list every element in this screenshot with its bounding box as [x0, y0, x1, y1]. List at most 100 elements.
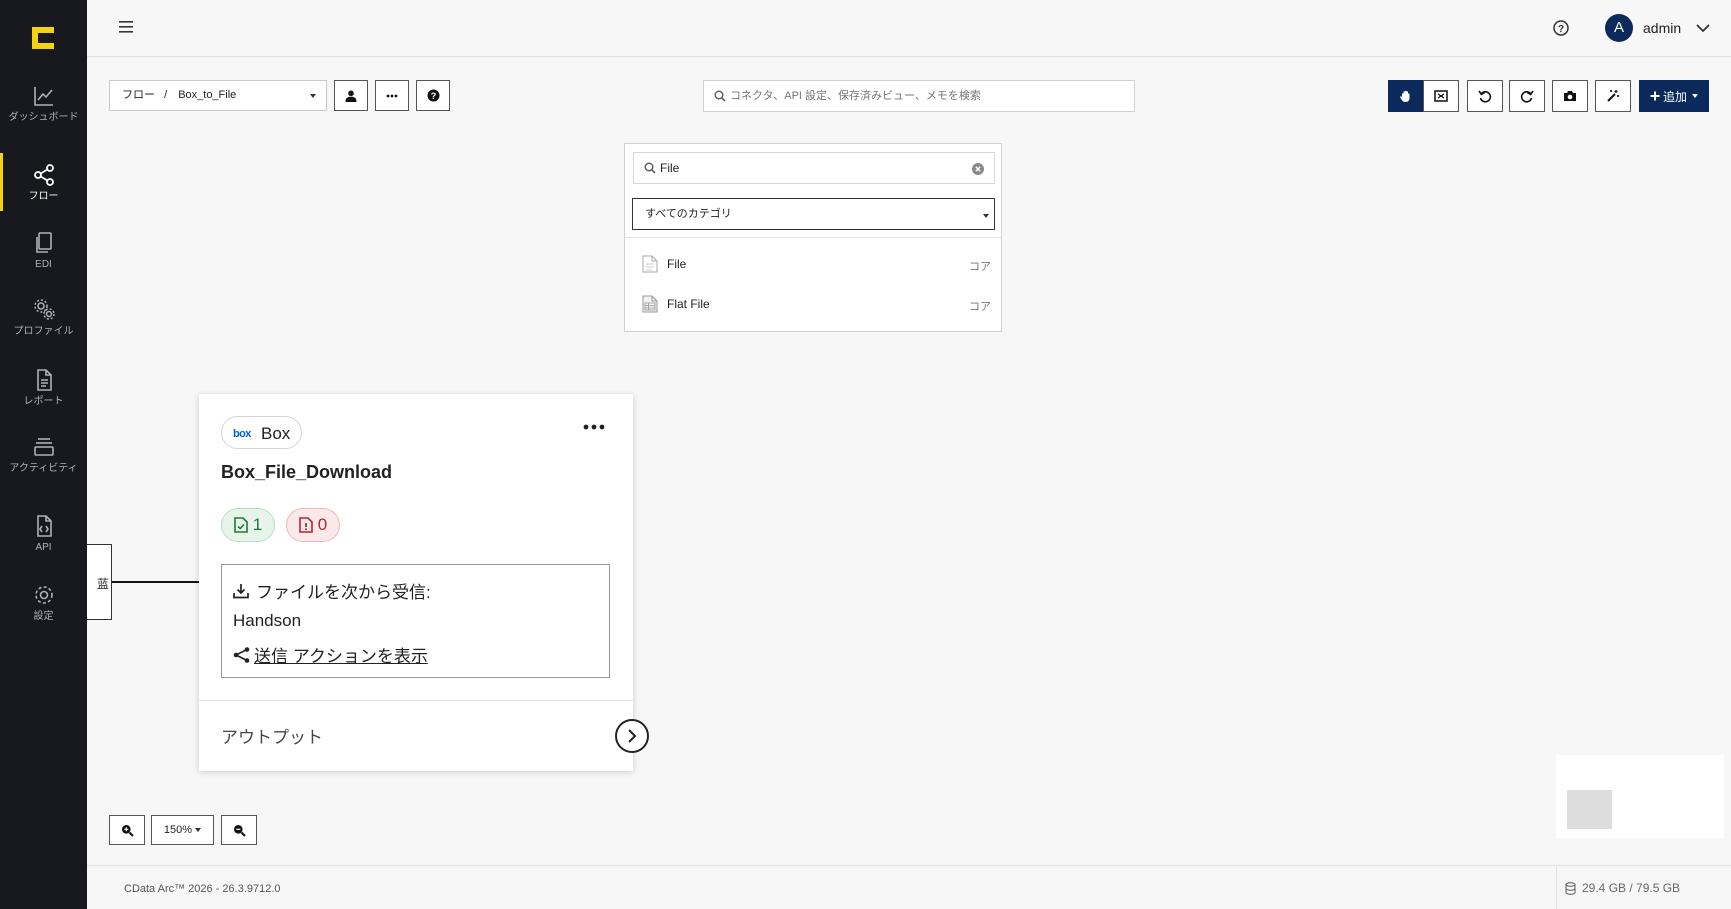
avatar[interactable]: A [1605, 14, 1633, 42]
select-tool-button[interactable] [1423, 80, 1459, 112]
breadcrumb-separator: / [164, 89, 168, 101]
zoom-out-icon [233, 824, 246, 837]
minimap-viewport[interactable] [1567, 790, 1612, 829]
gears-icon [33, 299, 55, 320]
picker-search-input[interactable]: File [633, 152, 995, 184]
caret-down-icon [195, 828, 202, 832]
gear-icon [34, 586, 53, 604]
add-connector-button[interactable]: 追加 [1639, 80, 1709, 112]
more-options-button[interactable] [375, 80, 409, 111]
success-count: 1 [252, 515, 263, 534]
box-connector-card[interactable]: box Box Box_File_Download 1 0 ファイルを次から受信… [199, 394, 649, 771]
sidebar-item-settings[interactable]: 設定 [0, 583, 87, 622]
footer: CData Arc™ 2026 - 26.3.9712.0 29.4 GB / … [87, 865, 1731, 909]
storage-usage: 29.4 GB / 79.5 GB [1565, 881, 1680, 895]
zoom-out-button[interactable] [221, 815, 257, 845]
clear-search-icon[interactable] [972, 163, 984, 175]
storage-text: 29.4 GB / 79.5 GB [1582, 881, 1681, 895]
receive-label-row: ファイルを次から受信: [233, 578, 431, 603]
chart-line-icon [33, 87, 53, 106]
search-icon [714, 90, 726, 102]
flow-connection-line [112, 581, 200, 583]
chevron-right-icon [628, 729, 637, 743]
output-expand-button[interactable] [615, 719, 649, 753]
version-text: CData Arc™ 2026 - 26.3.9712.0 [124, 883, 281, 895]
api-file-icon [36, 515, 52, 537]
file-error-icon [298, 517, 313, 533]
download-icon [233, 583, 249, 598]
divider [625, 237, 1001, 238]
undo-button[interactable] [1467, 80, 1503, 112]
user-name[interactable]: admin [1643, 20, 1681, 36]
report-icon [36, 369, 52, 391]
show-send-actions-link[interactable]: 送信 アクションを表示 [233, 642, 428, 667]
sidebar-item-edi[interactable]: EDI [0, 231, 87, 270]
canvas-minimap[interactable] [1556, 755, 1724, 838]
zoom-in-button[interactable] [109, 815, 145, 845]
redo-icon [1520, 90, 1534, 103]
canvas-search [703, 80, 1135, 112]
connector-name[interactable]: Box_File_Download [221, 462, 392, 483]
svg-text:?: ? [430, 91, 436, 101]
add-button-label: 追加 [1662, 89, 1687, 104]
share-nodes-icon [33, 164, 54, 186]
flow-breadcrumb-selector[interactable]: フロー / Box_to_File [109, 80, 327, 111]
sidebar-item-profile[interactable]: プロファイル [0, 298, 87, 337]
sidebar-item-label: フロー [28, 191, 59, 202]
sidebar-item-label: プロファイル [13, 326, 74, 337]
upstream-connector-node[interactable]: 蓝 [87, 544, 112, 620]
result-name: Flat File [667, 297, 710, 311]
magic-wand-icon [1607, 90, 1619, 102]
redo-button[interactable] [1509, 80, 1545, 112]
category-select[interactable]: すべてのカテゴリ [632, 198, 995, 230]
sidebar-item-label: API [35, 542, 52, 553]
picker-result-flat-file[interactable]: Flat File コア [625, 286, 1001, 322]
zoom-in-icon [121, 824, 134, 837]
sidebar-item-api[interactable]: API [0, 514, 87, 553]
result-name: File [667, 257, 687, 271]
sidebar-item-report[interactable]: レポート [0, 368, 87, 407]
c-logo-icon[interactable] [30, 25, 56, 51]
sidebar-item-label: レポート [23, 396, 64, 407]
canvas-search-input[interactable] [730, 81, 1130, 111]
snapshot-button[interactable] [1552, 80, 1588, 112]
flow-help-button[interactable]: ? [416, 80, 450, 111]
card-menu-icon[interactable] [583, 424, 605, 430]
share-icon [233, 646, 250, 663]
receive-info-box: ファイルを次から受信: Handson 送信 アクションを表示 [221, 564, 610, 678]
hamburger-menu-icon[interactable] [119, 20, 135, 34]
caret-down-icon [983, 214, 989, 218]
result-category: コア [969, 261, 991, 273]
sidebar-item-dashboard[interactable]: ダッシュボード [0, 84, 87, 123]
connector-type-pill: box Box [221, 416, 302, 449]
picker-result-file[interactable]: File コア [625, 246, 1001, 282]
hand-icon [1400, 90, 1410, 102]
question-circle-icon: ? [427, 89, 439, 102]
ellipsis-icon [386, 94, 398, 97]
file-check-icon [233, 517, 248, 533]
search-icon [644, 162, 656, 174]
sidebar-item-label: アクティビティ [9, 463, 78, 474]
zoom-level: 150% [163, 824, 193, 836]
pan-tool-button[interactable] [1388, 80, 1424, 112]
undo-icon [1478, 90, 1492, 103]
breadcrumb-root[interactable]: フロー [122, 89, 155, 101]
send-actions-label: 送信 アクションを表示 [254, 647, 428, 666]
database-icon [1565, 881, 1576, 895]
sidebar-item-flow[interactable]: フロー [0, 153, 87, 211]
result-category: コア [969, 301, 991, 313]
caret-down-icon [310, 94, 316, 98]
success-count-badge[interactable]: 1 [221, 508, 275, 542]
sidebar-item-activity[interactable]: アクティビティ [0, 435, 87, 474]
user-button[interactable] [334, 80, 368, 111]
sidebar: ダッシュボード フロー EDI プロファイル レポート アクティビティ API … [0, 0, 87, 909]
help-icon[interactable]: ? [1553, 20, 1569, 36]
auto-arrange-button[interactable] [1595, 80, 1631, 112]
box-logo-icon: box [233, 428, 253, 439]
divider [199, 700, 633, 701]
chevron-down-icon[interactable] [1696, 24, 1710, 33]
error-count-badge[interactable]: 0 [286, 508, 340, 542]
picker-search-value: File [660, 161, 680, 175]
user-icon [345, 90, 357, 102]
zoom-level-select[interactable]: 150% [151, 815, 214, 845]
